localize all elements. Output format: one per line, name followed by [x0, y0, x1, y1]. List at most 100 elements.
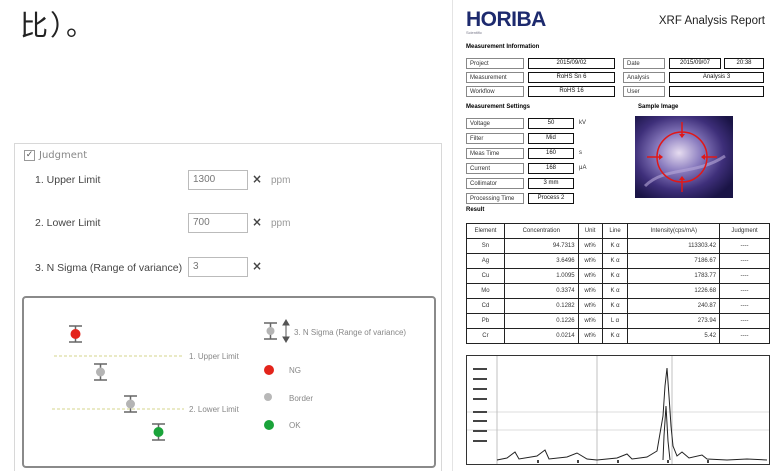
- current-label: Current: [466, 163, 524, 174]
- cell-element: Cr: [466, 328, 505, 344]
- voltage-value: 50: [528, 118, 574, 129]
- cell-unit: wt%: [577, 313, 603, 329]
- table-row: Ag 3.6496 wt% K α 7186.67 ----: [466, 253, 770, 269]
- result-table-header: Element Concentration Unit Line Intensit…: [466, 223, 770, 239]
- current-value: 168: [528, 163, 574, 174]
- sample-image-title: Sample Image: [638, 104, 679, 110]
- legend-error-bars: [52, 319, 290, 441]
- header-concentration: Concentration: [503, 223, 579, 239]
- cell-unit: wt%: [577, 238, 603, 254]
- lower-limit-unit: ppm: [271, 218, 291, 229]
- cell-intensity: 113303.42: [627, 238, 721, 254]
- report-title: XRF Analysis Report: [658, 15, 765, 27]
- time-value: 20:38: [724, 58, 764, 69]
- cell-concentration: 1.0095: [503, 268, 579, 284]
- cell-element: Ag: [466, 253, 505, 269]
- sigma-range-arrow-icon: [282, 319, 290, 343]
- header-element: Element: [466, 223, 505, 239]
- cell-concentration: 0.3374: [503, 283, 579, 299]
- filter-label: Filter: [466, 133, 524, 144]
- cell-unit: wt%: [577, 298, 603, 314]
- table-row: Pb 0.1226 wt% L α 273.94 ----: [466, 313, 770, 329]
- table-row: Cu 1.0095 wt% K α 1783.77 ----: [466, 268, 770, 284]
- cell-intensity: 5.42: [627, 328, 721, 344]
- legend-upper-limit-label: 1. Upper Limit: [189, 352, 239, 361]
- cell-element: Cu: [466, 268, 505, 284]
- date-label: Date: [623, 58, 665, 69]
- cell-concentration: 0.0214: [503, 328, 579, 344]
- user-label: User: [623, 86, 665, 97]
- cell-concentration: 0.1282: [503, 298, 579, 314]
- cell-unit: wt%: [577, 328, 603, 344]
- cell-intensity: 1226.68: [627, 283, 721, 299]
- cell-element: Cd: [466, 298, 505, 314]
- ok-point: [153, 427, 164, 437]
- legend-border-label: Border: [289, 394, 314, 403]
- cell-judgment: ----: [719, 298, 770, 314]
- cell-unit: wt%: [577, 283, 603, 299]
- cell-element: Sn: [466, 238, 505, 254]
- table-row: Mo 0.3374 wt% K α 1226.68 ----: [466, 283, 770, 299]
- upper-limit-label: 1. Upper Limit: [35, 174, 101, 186]
- sample-image: [635, 116, 733, 198]
- cell-concentration: 94.7313: [503, 238, 579, 254]
- table-row: Cr 0.0214 wt% K α 5.42 ----: [466, 328, 770, 344]
- workflow-value: RoHS 16: [528, 86, 615, 97]
- xrf-report-page: HORIBA Scientific XRF Analysis Report Me…: [452, 0, 775, 471]
- table-row: Sn 94.7313 wt% K α 113303.42 ----: [466, 238, 770, 254]
- cell-line: K α: [601, 298, 629, 314]
- cell-concentration: 0.1226: [503, 313, 579, 329]
- filter-value: Mid: [528, 133, 574, 144]
- meas-time-unit: s: [579, 150, 582, 156]
- cell-unit: wt%: [577, 253, 603, 269]
- judgment-checkbox[interactable]: ✓: [24, 150, 35, 161]
- header-unit: Unit: [577, 223, 603, 239]
- voltage-unit: kV: [579, 120, 587, 126]
- border-upper-point: [96, 367, 105, 377]
- legend-ok-label: OK: [289, 421, 301, 430]
- n-sigma-input[interactable]: 3: [188, 257, 248, 277]
- analysis-value: Analysis 3: [669, 72, 764, 83]
- current-unit: μA: [579, 165, 587, 171]
- cell-line: K α: [601, 253, 629, 269]
- legend-ng-label: NG: [289, 366, 301, 375]
- logo-tagline: Scientific: [466, 30, 483, 35]
- upper-limit-clear-icon[interactable]: ×: [252, 172, 262, 186]
- cell-line: L α: [601, 313, 629, 329]
- lower-limit-label: 2. Lower Limit: [35, 217, 101, 229]
- cell-unit: wt%: [577, 268, 603, 284]
- user-value: [669, 86, 764, 97]
- upper-limit-input[interactable]: 1300: [188, 170, 248, 190]
- cell-line: K α: [601, 238, 629, 254]
- measurement-label: Measurement: [466, 72, 524, 83]
- cell-intensity: 273.94: [627, 313, 721, 329]
- cell-judgment: ----: [719, 253, 770, 269]
- judgment-panel: ✓ Judgment 1. Upper Limit 1300 × ppm 2. …: [14, 143, 442, 471]
- cell-line: K α: [601, 283, 629, 299]
- horiba-logo: HORIBA: [466, 8, 546, 31]
- n-sigma-label: 3. N Sigma (Range of variance): [35, 262, 183, 274]
- header-line: Line: [601, 223, 629, 239]
- n-sigma-clear-icon[interactable]: ×: [252, 259, 262, 273]
- cell-judgment: ----: [719, 283, 770, 299]
- meas-time-value: 160: [528, 148, 574, 159]
- lower-limit-input[interactable]: 700: [188, 213, 248, 233]
- upper-limit-unit: ppm: [271, 175, 291, 186]
- ng-point: [70, 329, 81, 339]
- cell-element: Pb: [466, 313, 505, 329]
- cell-line: K α: [601, 328, 629, 344]
- ng-status-dot: [264, 365, 274, 375]
- japanese-text-fragment: 比）。: [20, 9, 97, 42]
- cell-element: Mo: [466, 283, 505, 299]
- measurement-info-title: Measurement Information: [466, 44, 540, 50]
- border-lower-point: [126, 399, 135, 409]
- result-title: Result: [466, 207, 485, 213]
- cell-judgment: ----: [719, 328, 770, 344]
- meas-time-label: Meas Time: [466, 148, 524, 159]
- workflow-label: Workflow: [466, 86, 524, 97]
- cell-concentration: 3.6496: [503, 253, 579, 269]
- measurement-value: RoHS Sn 6: [528, 72, 615, 83]
- ok-status-dot: [264, 420, 274, 430]
- cell-intensity: 1783.77: [627, 268, 721, 284]
- lower-limit-clear-icon[interactable]: ×: [252, 215, 262, 229]
